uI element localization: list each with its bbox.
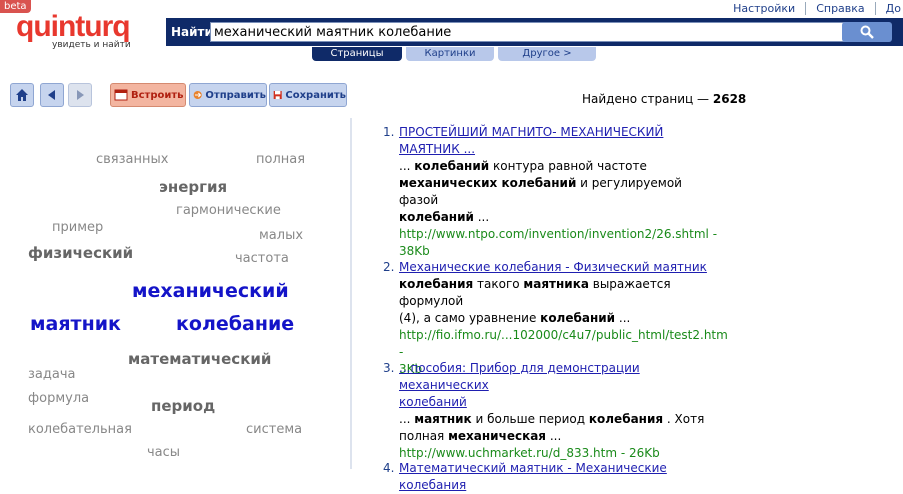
result-number: 1.	[383, 125, 395, 139]
cloud-word[interactable]: колебательная	[28, 422, 132, 437]
result-snippet: полная механическая ...	[399, 429, 562, 443]
result-url[interactable]: http://fio.ifmo.ru/...102000/c4u7/public…	[399, 327, 728, 361]
result-title-link[interactable]: Механические колебания - Физический маят…	[399, 259, 723, 276]
cloud-word[interactable]: энергия	[159, 178, 227, 196]
help-link[interactable]: Справка	[806, 2, 876, 15]
more-link[interactable]: До	[876, 2, 903, 15]
tab-other[interactable]: Другое >	[498, 47, 596, 61]
result-title-link[interactable]: колебаний	[399, 394, 723, 411]
result-snippet: механических колебаний и регулируемой фа…	[399, 176, 682, 207]
results-count: Найдено страниц — 2628	[582, 92, 746, 106]
tab-images[interactable]: Картинки	[406, 47, 494, 61]
cloud-word[interactable]: система	[246, 422, 302, 437]
results-count-value: 2628	[712, 92, 747, 106]
tag-cloud: связанных полная энергия гармонические приме…	[0, 0, 350, 469]
settings-link[interactable]: Настройки	[723, 2, 807, 15]
search-result: 3. ...пособия: Прибор для демонстрации ме…	[383, 360, 723, 462]
cloud-word[interactable]: физический	[28, 244, 133, 262]
cloud-word[interactable]: задача	[28, 367, 75, 382]
result-snippet: (4), а само уравнение колебаний ...	[399, 311, 631, 325]
cloud-word[interactable]: колебание	[176, 313, 294, 335]
panel-divider	[350, 118, 352, 469]
cloud-word[interactable]: малых	[259, 228, 303, 243]
search-result: 1. ПРОСТЕЙШИЙ МАГНИТО- МЕХАНИЧЕСКИЙ МАЯТНИ…	[383, 124, 723, 260]
cloud-word[interactable]: гармонические	[176, 203, 281, 218]
result-title-link[interactable]: Математический маятник - Механические ко…	[399, 460, 723, 494]
cloud-word[interactable]: математический	[128, 350, 271, 368]
cloud-word[interactable]: маятник	[30, 313, 121, 335]
result-number: 3.	[383, 361, 395, 375]
result-title-link[interactable]: МАЯТНИК ...	[399, 141, 723, 158]
result-url[interactable]: 38Kb	[399, 243, 723, 260]
search-icon	[860, 25, 874, 39]
search-button[interactable]	[842, 22, 892, 42]
result-snippet: ... колебаний контура равной частоте	[399, 159, 647, 173]
results-count-label: Найдено страниц —	[582, 92, 710, 106]
result-title-link[interactable]: ...пособия: Прибор для демонстрации меха…	[399, 360, 723, 394]
result-number: 2.	[383, 260, 395, 274]
cloud-word[interactable]: связанных	[96, 152, 168, 167]
cloud-word[interactable]: формула	[28, 391, 89, 406]
result-snippet: колебаний ...	[399, 210, 490, 224]
result-snippet: ... маятник и больше период колебания . …	[399, 412, 705, 426]
result-snippet: колебания такого маятника выражается фор…	[399, 277, 671, 308]
cloud-word[interactable]: полная	[256, 152, 305, 167]
cloud-word[interactable]: часы	[147, 445, 180, 460]
top-links: Настройки Справка До	[723, 2, 903, 15]
search-result: 4. Математический маятник - Механические …	[383, 460, 723, 494]
result-title-link[interactable]: ПРОСТЕЙШИЙ МАГНИТО- МЕХАНИЧЕСКИЙ	[399, 124, 723, 141]
result-url[interactable]: http://www.ntpo.com/invention/invention2…	[399, 226, 723, 243]
cloud-word[interactable]: период	[151, 397, 215, 415]
cloud-word[interactable]: частота	[235, 251, 289, 266]
cloud-word[interactable]: механический	[132, 280, 289, 302]
cloud-word[interactable]: пример	[52, 220, 103, 235]
